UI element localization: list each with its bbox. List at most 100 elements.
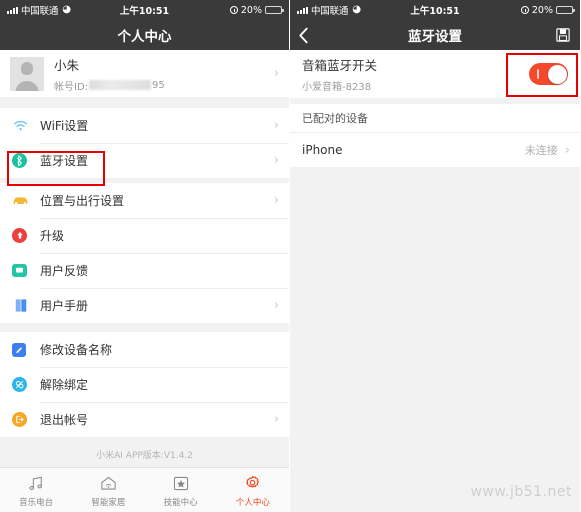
dual-screenshot-container: 中国联通 ◕ 上午10:51 20% 个人中心 小朱 帐号ID: 95 › Wi… [0, 0, 581, 512]
music-note-icon [0, 473, 72, 494]
avatar [10, 56, 44, 91]
carrier-label: 中国联通 [21, 6, 59, 17]
battery-icon [265, 5, 284, 15]
profile-name: 小朱 [54, 57, 80, 73]
tab-label: 音乐电台 [19, 497, 54, 508]
sidebar-item-wifi-settings[interactable]: WiFi设置 › [0, 108, 289, 143]
chevron-right-icon: › [273, 193, 279, 208]
back-chevron-icon[interactable] [298, 20, 324, 50]
right-phone-screen: 中国联通 ◕ 上午10:51 20% 蓝牙设置 音箱蓝牙开关 小爱音箱-8238… [290, 0, 580, 512]
signal-strength-icon [297, 6, 308, 14]
tab-personal-center[interactable]: 个人中心 [217, 473, 289, 508]
status-bar-left: 中国联通 ◕ 上午10:51 20% [0, 0, 289, 20]
tab-label: 智能家居 [91, 497, 126, 508]
carrier-label: 中国联通 [311, 6, 349, 17]
star-square-icon [145, 473, 217, 494]
page-title: 蓝牙设置 [408, 29, 462, 45]
upgrade-arrow-icon [12, 228, 40, 243]
page-title: 个人中心 [117, 29, 172, 45]
bluetooth-switch-text: 音箱蓝牙开关 小爱音箱-8238 [302, 55, 529, 93]
bluetooth-toggle-switch[interactable] [529, 63, 568, 85]
settings-group-account: 修改设备名称 解除绑定 退出帐号 › [0, 332, 289, 437]
status-bar-left-group: 中国联通 ◕ [297, 3, 361, 17]
sidebar-item-label: 修改设备名称 [40, 343, 113, 357]
unlink-icon [12, 377, 40, 392]
bluetooth-switch-title: 音箱蓝牙开关 [302, 58, 378, 73]
account-id-suffix: 95 [152, 79, 165, 91]
sidebar-item-label: 位置与出行设置 [40, 194, 125, 208]
device-name: iPhone [302, 143, 343, 157]
wifi-icon: ◕ [352, 4, 361, 15]
save-floppy-icon[interactable] [556, 20, 570, 50]
sidebar-item-bluetooth-settings[interactable]: 蓝牙设置 › [0, 143, 289, 178]
sidebar-item-user-feedback[interactable]: 用户反馈 [0, 253, 289, 288]
profile-row[interactable]: 小朱 帐号ID: 95 › [0, 50, 289, 97]
wifi-icon: ◕ [62, 4, 71, 15]
tab-smart-home[interactable]: 智能家居 [72, 473, 144, 508]
tab-label: 技能中心 [163, 497, 198, 508]
site-watermark: www.jb51.net [470, 484, 572, 500]
settings-group-general: 位置与出行设置 › 升级 用户反馈 用户手册 › [0, 183, 289, 323]
battery-percent-label: 20% [531, 4, 553, 16]
sidebar-item-label: 解除绑定 [40, 378, 89, 392]
settings-group-connectivity: WiFi设置 › 蓝牙设置 › [0, 108, 289, 178]
sidebar-item-rename-device[interactable]: 修改设备名称 [0, 332, 289, 367]
account-id-label: 帐号ID: [54, 81, 89, 93]
sidebar-item-unbind[interactable]: 解除绑定 [0, 367, 289, 402]
sidebar-item-user-manual[interactable]: 用户手册 › [0, 288, 289, 323]
alarm-icon [520, 6, 529, 14]
logout-icon [12, 412, 40, 427]
chevron-right-icon: › [273, 118, 279, 133]
battery-icon [556, 5, 575, 15]
sidebar-item-label: 升级 [40, 229, 65, 243]
profile-text: 小朱 帐号ID: 95 [54, 55, 274, 93]
nav-bar-left: 个人中心 [0, 20, 289, 50]
status-bar-right-group: 20% [229, 4, 284, 16]
car-icon [12, 192, 40, 209]
alarm-icon [229, 6, 238, 14]
chevron-right-icon: › [273, 412, 279, 427]
sidebar-item-upgrade[interactable]: 升级 [0, 218, 289, 253]
bluetooth-device-name: 小爱音箱-8238 [302, 82, 372, 93]
status-bar-right-group: 20% [520, 4, 575, 16]
tab-skill-center[interactable]: 技能中心 [145, 473, 217, 508]
manual-book-icon [12, 297, 40, 314]
gear-icon [217, 473, 289, 494]
chevron-right-icon: › [273, 153, 279, 168]
sidebar-item-label: WiFi设置 [40, 119, 89, 133]
home-wifi-icon [72, 473, 144, 494]
sidebar-item-label: 用户手册 [40, 299, 89, 313]
battery-percent-label: 20% [240, 4, 262, 16]
device-status: 未连接 [524, 144, 558, 157]
list-item-iphone[interactable]: iPhone 未连接 › [290, 133, 580, 167]
chevron-right-icon: › [273, 66, 279, 81]
account-id-redacted [89, 80, 152, 90]
feedback-bubble-icon [12, 264, 40, 277]
section-gap [0, 97, 289, 108]
bluetooth-switch-row[interactable]: 音箱蓝牙开关 小爱音箱-8238 [290, 50, 580, 98]
chevron-right-icon: › [564, 142, 570, 158]
sidebar-item-label: 蓝牙设置 [40, 154, 89, 168]
pencil-icon [12, 342, 40, 357]
chevron-right-icon: › [273, 298, 279, 313]
tab-music-radio[interactable]: 音乐电台 [0, 473, 72, 508]
profile-account-id: 帐号ID: 95 [54, 78, 274, 93]
sidebar-item-location-travel[interactable]: 位置与出行设置 › [0, 183, 289, 218]
tab-label: 个人中心 [235, 497, 270, 508]
sidebar-item-label: 用户反馈 [40, 264, 89, 278]
tab-bar: 音乐电台 智能家居 技能中心 个人中心 [0, 467, 289, 512]
bluetooth-switch-card: 音箱蓝牙开关 小爱音箱-8238 [290, 50, 580, 98]
paired-devices-header: 已配对的设备 [290, 104, 580, 133]
status-bar-left-group: 中国联通 ◕ [7, 3, 71, 17]
bluetooth-icon [12, 153, 40, 168]
left-phone-screen: 中国联通 ◕ 上午10:51 20% 个人中心 小朱 帐号ID: 95 › Wi… [0, 0, 290, 512]
nav-bar-right: 蓝牙设置 [290, 20, 580, 50]
section-gap [0, 323, 289, 332]
paired-devices-list: iPhone 未连接 › [290, 133, 580, 167]
status-bar-right: 中国联通 ◕ 上午10:51 20% [290, 0, 580, 20]
profile-card[interactable]: 小朱 帐号ID: 95 › [0, 50, 289, 97]
sidebar-item-logout[interactable]: 退出帐号 › [0, 402, 289, 437]
signal-strength-icon [7, 6, 18, 14]
wifi-icon [12, 117, 40, 134]
sidebar-item-label: 退出帐号 [40, 413, 89, 427]
